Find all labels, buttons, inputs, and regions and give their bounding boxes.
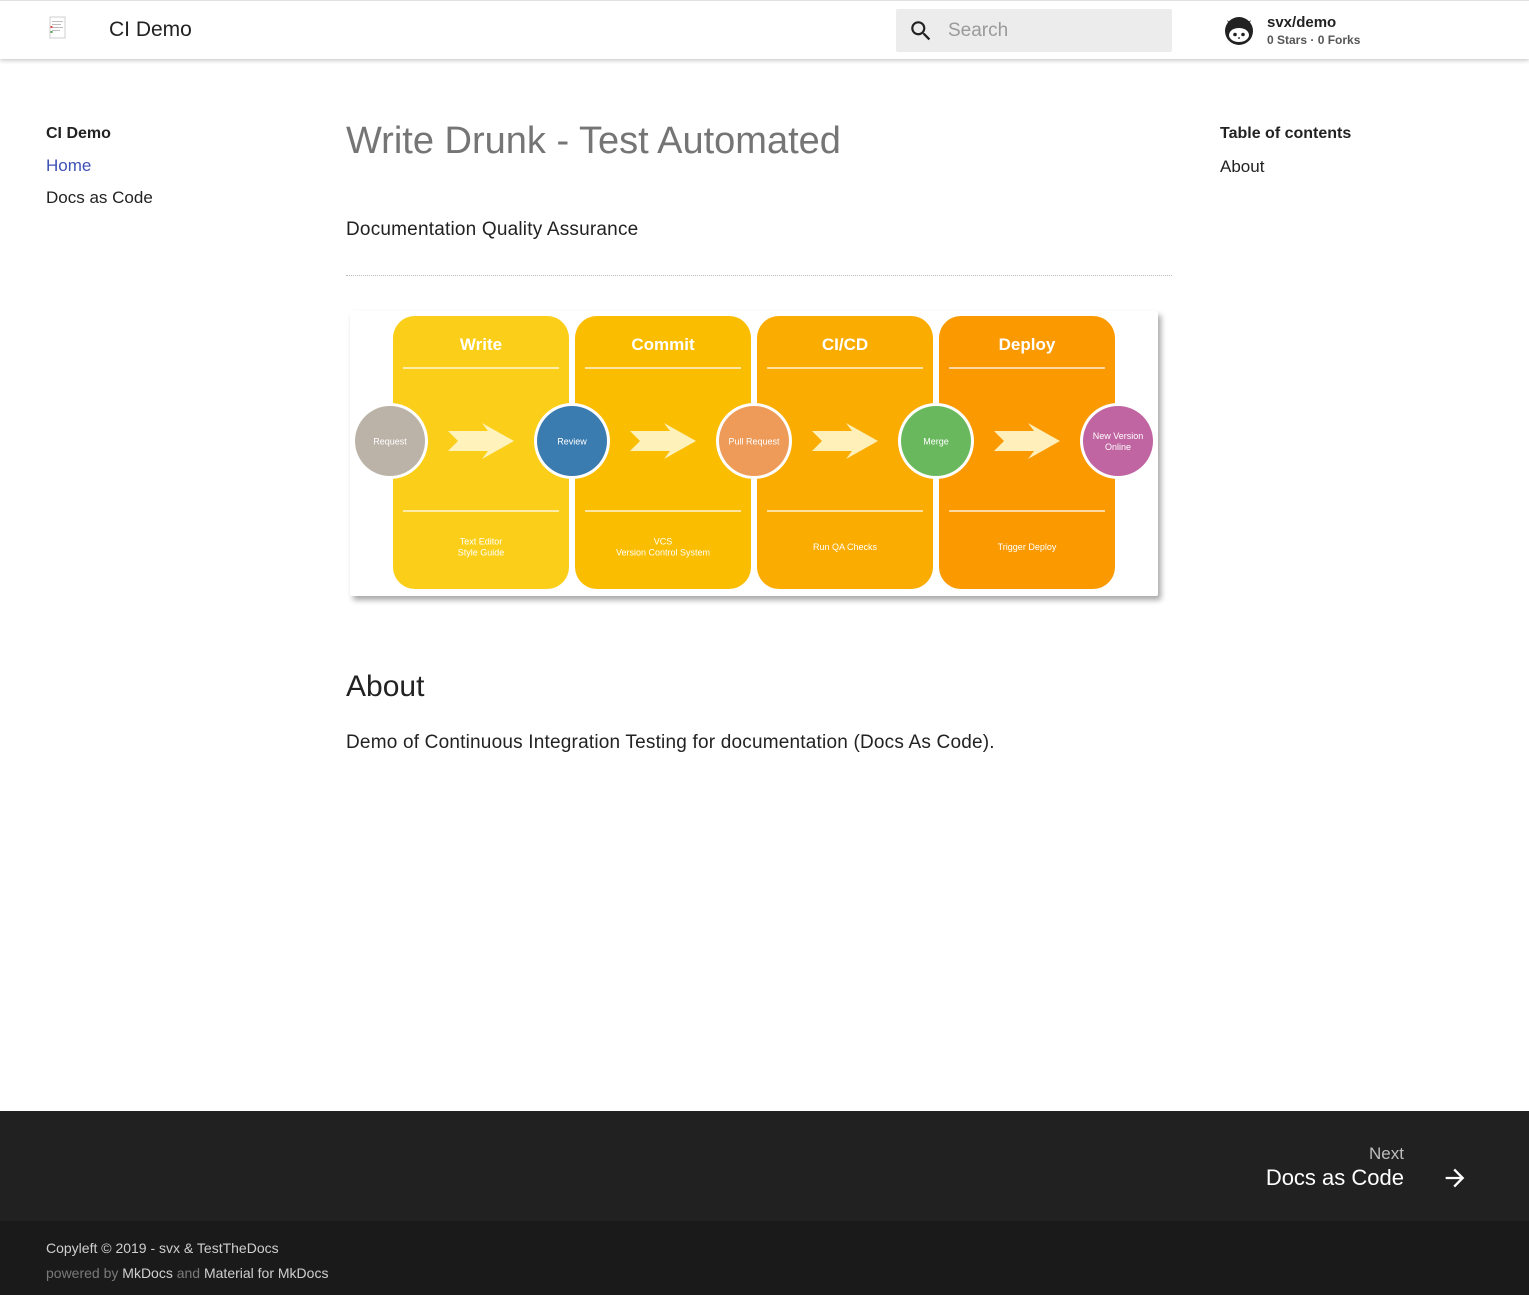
diagram-column-footer: Version Control System [616,548,710,558]
page-subtitle: Documentation Quality Assurance [346,219,639,240]
diagram-node [1083,406,1153,476]
footer-meta: Copyleft © 2019 - svx & TestTheDocs powe… [0,1221,1529,1295]
diagram-column-title: Commit [631,335,695,354]
search-box[interactable] [896,9,1172,52]
top-header: CI Demo svx/demo 0 Stars · 0 Forks [0,0,1529,59]
diagram-column-title: Write [460,335,502,354]
diagram-node-label: Online [1105,442,1131,452]
diagram-node-label: Request [373,437,407,447]
diagram-node-label: Merge [923,437,949,447]
next-label: Next [1369,1144,1404,1163]
nav-item-docs-as-code[interactable]: Docs as Code [46,188,153,208]
diagram-node-label: New Version [1093,431,1144,441]
search-input[interactable] [948,9,1158,52]
site-title[interactable]: CI Demo [109,18,192,42]
divider [346,275,1172,276]
next-title: Docs as Code [1265,1165,1404,1190]
toc-title: Table of contents [1220,125,1352,142]
nav-title: CI Demo [46,125,111,142]
about-text: Demo of Continuous Integration Testing f… [346,732,995,753]
diagram-column-title: CI/CD [822,335,868,354]
mkdocs-link[interactable]: MkDocs [122,1265,173,1281]
diagram-node-label: Review [557,437,587,447]
page-title: Write Drunk - Test Automated [346,120,841,162]
diagram-column-footer: VCS [654,537,673,547]
repo-name: svx/demo [1267,14,1337,31]
diagram-column-title: Deploy [999,335,1056,354]
search-icon[interactable] [908,18,934,44]
nav-item-home[interactable]: Home [46,156,91,176]
diagram-node-label: Pull Request [728,437,780,447]
logo-icon[interactable] [48,16,67,40]
github-icon [1225,17,1253,45]
repo-link[interactable]: svx/demo 0 Stars · 0 Forks [1222,11,1422,51]
about-heading: About [346,670,425,703]
toc-item-about[interactable]: About [1220,157,1264,177]
material-link[interactable]: Material for MkDocs [204,1265,328,1281]
copyright: Copyleft © 2019 - svx & TestTheDocs [46,1240,279,1256]
diagram-column-footer: Text Editor [460,537,503,547]
powered-prefix: powered by [46,1265,119,1281]
powered-and: and [176,1265,201,1281]
powered-by: powered by MkDocs and Material for MkDoc… [46,1265,328,1281]
diagram-column-footer: Style Guide [458,548,505,558]
workflow-diagram: Write Text Editor Style Guide Commit VCS Vers… [350,311,1158,596]
next-page-link[interactable]: Next Docs as Code [1209,1141,1469,1201]
footer-navigation: Next Docs as Code [0,1111,1529,1221]
arrow-right-icon [1445,1168,1465,1188]
repo-stats: 0 Stars · 0 Forks [1267,33,1361,47]
workflow-diagram-svg: Write Text EditorStyle Guide Commit VCSVers… [352,316,1156,589]
diagram-column-footer: Run QA Checks [813,542,878,552]
diagram-column-footer: Trigger Deploy [998,542,1057,552]
